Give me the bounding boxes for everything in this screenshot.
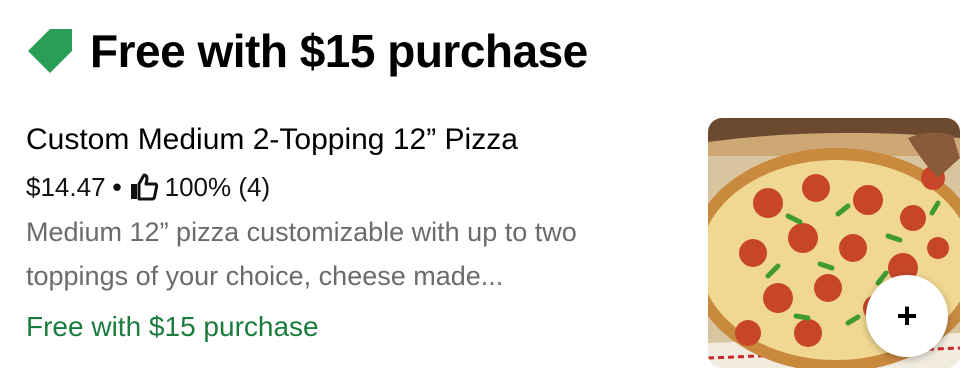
menu-item-card[interactable]: Custom Medium 2-Topping 12” Pizza $14.47…: [0, 110, 977, 392]
item-name: Custom Medium 2-Topping 12” Pizza: [26, 123, 518, 156]
item-meta: $14.47 • 100% (4): [26, 170, 676, 204]
item-info: Custom Medium 2-Topping 12” Pizza $14.47…: [26, 122, 676, 344]
plus-icon: +: [896, 295, 918, 336]
promo-label: Free with $15 purchase: [26, 311, 319, 342]
add-to-cart-button[interactable]: +: [866, 275, 948, 357]
item-price: $14.47: [26, 172, 106, 202]
item-description: Medium 12” pizza customizable with up to…: [26, 217, 577, 291]
tag-icon: [24, 25, 76, 77]
meta-separator: •: [112, 172, 122, 202]
item-rating: 100% (4): [164, 172, 271, 202]
section-header: Free with $15 purchase: [24, 22, 588, 80]
section-title: Free with $15 purchase: [90, 25, 588, 77]
thumbs-up-icon: [129, 172, 159, 202]
